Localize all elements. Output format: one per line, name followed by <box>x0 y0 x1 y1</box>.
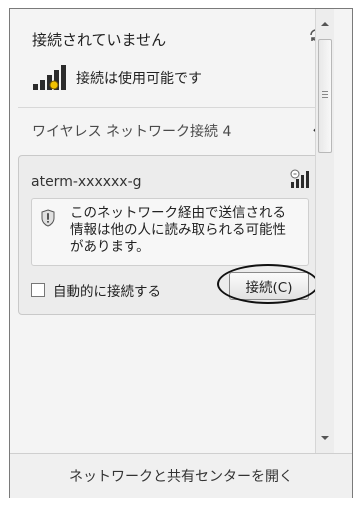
connection-status: 接続されていません <box>32 31 167 49</box>
network-item[interactable]: aterm-xxxxxx-g このネットワーク経由で送信される 情報は他の人に読… <box>18 155 324 315</box>
availability-row: 接続は使用可能です <box>32 65 202 91</box>
security-warning: このネットワーク経由で送信される 情報は他の人に読み取られる可能性 があります。 <box>31 198 309 266</box>
grip-icon <box>322 91 328 98</box>
scroll-up-icon[interactable] <box>320 19 330 29</box>
section-title: ワイヤレス ネットワーク接続 4 <box>32 124 232 140</box>
warning-line: このネットワーク経由で送信される <box>70 205 286 221</box>
network-ssid: aterm-xxxxxx-g <box>31 174 142 190</box>
scroll-thumb[interactable] <box>318 39 332 153</box>
auto-connect-row[interactable]: 自動的に接続する <box>31 280 161 300</box>
scrollbar[interactable] <box>315 9 334 453</box>
divider <box>18 107 326 108</box>
auto-connect-checkbox[interactable] <box>31 283 45 297</box>
warning-text: このネットワーク経由で送信される 情報は他の人に読み取られる可能性 があります。 <box>70 205 306 256</box>
connect-button[interactable]: 接続(C) <box>229 272 309 300</box>
network-flyout: 接続されていません 接続は使用可能です ワイヤレス ネットワーク接続 4 ate… <box>9 8 353 498</box>
warning-line: があります。 <box>70 239 150 255</box>
warning-line: 情報は他の人に読み取られる可能性 <box>70 222 286 238</box>
wifi-signal-icon <box>290 169 309 188</box>
flyout-content: 接続されていません 接続は使用可能です ワイヤレス ネットワーク接続 4 ate… <box>10 9 334 453</box>
availability-text: 接続は使用可能です <box>76 71 202 87</box>
auto-connect-label[interactable]: 自動的に接続する <box>53 280 161 300</box>
signal-bars-icon <box>33 65 66 90</box>
footer-link[interactable]: ネットワークと共有センターを開く <box>10 453 352 498</box>
shield-warning-icon <box>41 209 55 227</box>
scroll-down-icon[interactable] <box>320 433 330 443</box>
